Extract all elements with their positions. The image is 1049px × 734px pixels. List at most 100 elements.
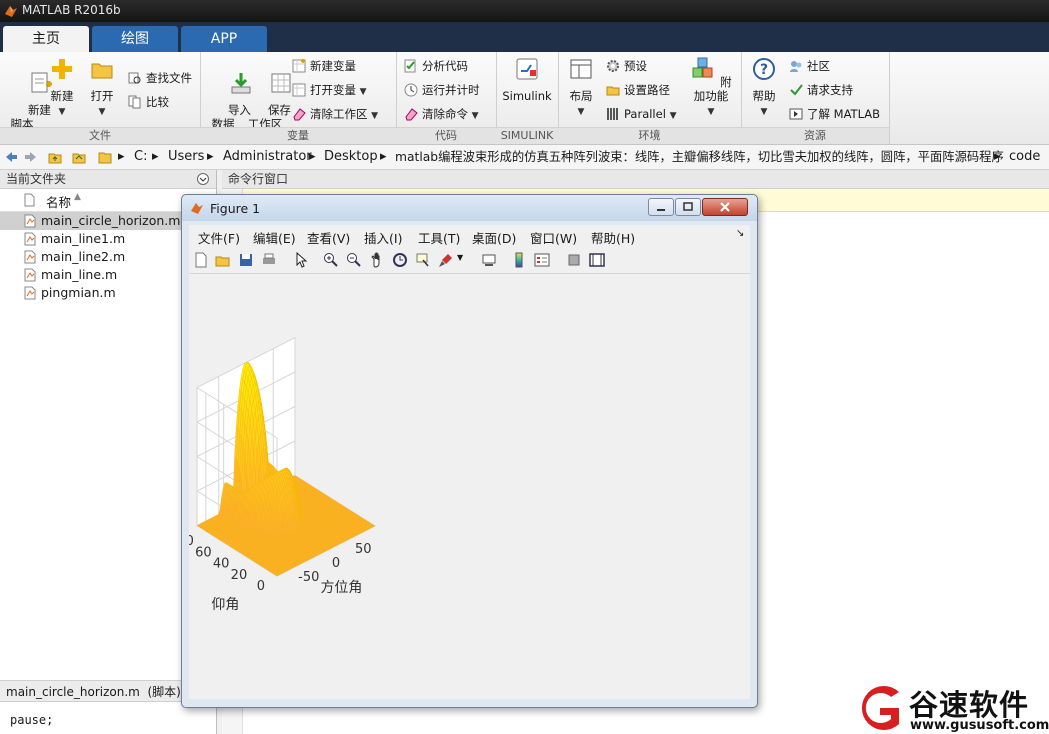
- menu-file[interactable]: 文件(F): [198, 228, 240, 247]
- analyze-code-icon: [404, 59, 416, 73]
- parallel-button[interactable]: Parallel ▼: [606, 104, 676, 124]
- menu-edit[interactable]: 编辑(E): [253, 228, 296, 247]
- community-button[interactable]: 社区: [789, 56, 830, 76]
- app-title-bar: MATLAB R2016b: [0, 0, 1049, 22]
- hide-plot-tools-icon[interactable]: [566, 252, 582, 268]
- data-cursor-icon[interactable]: [415, 252, 431, 268]
- add-ons-button[interactable]: 附加功能 ▼: [686, 56, 736, 119]
- help-button[interactable]: ? 帮助 ▼: [747, 56, 781, 119]
- open-button[interactable]: 打开 ▼: [86, 56, 118, 119]
- crumb-code[interactable]: code: [1009, 145, 1040, 169]
- tab-home[interactable]: 主页: [3, 26, 89, 52]
- matlab-logo-icon: [5, 6, 17, 17]
- ribbon-group-environment: 布局 ▼ 预设 设置路径 Parallel ▼ 附加功能 ▼ 环境: [558, 52, 742, 144]
- compare-button[interactable]: 比较: [128, 92, 169, 112]
- link-plot-icon[interactable]: [481, 252, 497, 268]
- zoom-out-icon[interactable]: [346, 252, 362, 268]
- command-window-header: 命令行窗口: [222, 170, 1049, 189]
- zoom-in-icon[interactable]: [323, 252, 339, 268]
- ribbon-group-code: 分析代码 运行并计时 清除命令 ▼ 代码: [396, 52, 497, 144]
- figure-window[interactable]: Figure 1 文件(F) 编辑(E) 查看(V) 插入(I) 工具(T) 桌…: [166, 194, 758, 708]
- rotate-3d-icon[interactable]: [392, 252, 408, 268]
- figure-toolbar: ▼: [189, 247, 750, 274]
- colorbar-icon[interactable]: [511, 252, 527, 268]
- app-title: MATLAB R2016b: [22, 3, 121, 17]
- brush-icon[interactable]: [438, 252, 454, 268]
- up-folder-icon[interactable]: [48, 150, 62, 164]
- open-variable-button[interactable]: 打开变量 ▼: [292, 80, 367, 100]
- ribbon-group-resources: ? 帮助 ▼ 社区 请求支持 了解 MATLAB 资源: [741, 52, 890, 144]
- compare-icon: [128, 95, 141, 109]
- tab-apps[interactable]: APP: [181, 26, 267, 52]
- browse-folder-icon[interactable]: [72, 150, 86, 164]
- open-variable-icon: [292, 83, 306, 97]
- group-label-variable: 变量: [200, 127, 396, 144]
- column-header-name[interactable]: 名称: [46, 192, 71, 211]
- crumb-users[interactable]: Users: [168, 145, 204, 169]
- new-figure-icon[interactable]: [193, 252, 209, 268]
- maximize-button[interactable]: [675, 198, 701, 216]
- group-label-simulink: SIMULINK: [496, 127, 558, 144]
- tab-plots[interactable]: 绘图: [92, 26, 178, 52]
- close-button[interactable]: [702, 198, 748, 216]
- run-and-time-button[interactable]: 运行并计时: [404, 80, 480, 100]
- panel-actions-icon[interactable]: [196, 172, 210, 186]
- y-tick-label: 60: [195, 545, 212, 560]
- menu-help[interactable]: 帮助(H): [591, 228, 635, 247]
- brush-dropdown-icon[interactable]: ▼: [457, 253, 463, 262]
- menu-dock-arrow-icon[interactable]: ↘: [736, 228, 744, 239]
- figure-plot-area[interactable]: 0-5-10-15-20806040200-50050仰角方位角: [166, 274, 750, 699]
- set-path-icon: [606, 86, 620, 96]
- menu-tools[interactable]: 工具(T): [418, 228, 460, 247]
- crumb-drive[interactable]: C:: [134, 145, 147, 169]
- request-support-button[interactable]: 请求支持: [789, 80, 853, 100]
- clear-commands-button[interactable]: 清除命令 ▼: [404, 104, 479, 124]
- surface-plot[interactable]: 0-5-10-15-20806040200-50050仰角方位角: [166, 274, 750, 699]
- crumb-administrator[interactable]: Administrator: [223, 145, 312, 169]
- save-icon[interactable]: [238, 252, 254, 268]
- find-files-button[interactable]: 查找文件: [128, 68, 192, 88]
- analyze-code-button[interactable]: 分析代码: [404, 56, 468, 76]
- crumb-desktop[interactable]: Desktop: [324, 145, 378, 169]
- eraser-icon: [293, 108, 306, 121]
- find-files-icon: [128, 72, 141, 84]
- forward-arrow-icon[interactable]: [24, 150, 38, 164]
- figure-title-bar[interactable]: Figure 1: [182, 195, 757, 221]
- preferences-button[interactable]: 预设: [606, 56, 647, 76]
- new-plus-icon: [52, 59, 72, 79]
- watermark-url: www.gususoft.com: [910, 718, 1049, 733]
- new-variable-button[interactable]: 新建变量: [292, 56, 356, 76]
- print-icon[interactable]: [261, 252, 277, 268]
- figure-title: Figure 1: [210, 201, 261, 216]
- open-file-icon[interactable]: [215, 252, 231, 268]
- x-tick-label: 50: [355, 542, 372, 557]
- menu-view[interactable]: 查看(V): [307, 228, 350, 247]
- pointer-icon[interactable]: [293, 252, 309, 268]
- learn-matlab-button[interactable]: 了解 MATLAB: [789, 104, 880, 124]
- group-label-resources: 资源: [741, 127, 889, 144]
- menu-desktop[interactable]: 桌面(D): [472, 228, 516, 247]
- menu-window[interactable]: 窗口(W): [530, 228, 577, 247]
- new-variable-icon: [292, 59, 306, 73]
- group-label-file: 文件: [0, 127, 200, 144]
- new-button[interactable]: 新建 ▼: [46, 56, 78, 119]
- layout-button[interactable]: 布局 ▼: [564, 56, 598, 119]
- clear-workspace-button[interactable]: 清除工作区 ▼: [292, 104, 378, 124]
- layout-icon: [570, 59, 592, 79]
- sort-ascending-icon: ▲: [74, 192, 81, 202]
- pan-icon[interactable]: [369, 252, 385, 268]
- minimize-button[interactable]: [648, 198, 674, 216]
- y-tick-label: 80: [189, 534, 194, 549]
- legend-icon[interactable]: [534, 252, 550, 268]
- m-file-icon: [24, 286, 36, 300]
- show-plot-tools-icon[interactable]: [589, 252, 605, 268]
- m-file-icon: [24, 232, 36, 246]
- simulink-button[interactable]: Simulink: [500, 56, 554, 103]
- menu-insert[interactable]: 插入(I): [364, 228, 402, 247]
- minimize-icon: [657, 209, 665, 211]
- back-arrow-icon[interactable]: [4, 150, 18, 164]
- set-path-button[interactable]: 设置路径: [606, 80, 670, 100]
- support-icon: [790, 84, 803, 96]
- svg-text:?: ?: [760, 62, 768, 78]
- crumb-project-folder[interactable]: matlab编程波束形成的仿真五种阵列波束：线阵，主瓣偏移线阵，切比雪夫加权的线…: [395, 145, 1004, 169]
